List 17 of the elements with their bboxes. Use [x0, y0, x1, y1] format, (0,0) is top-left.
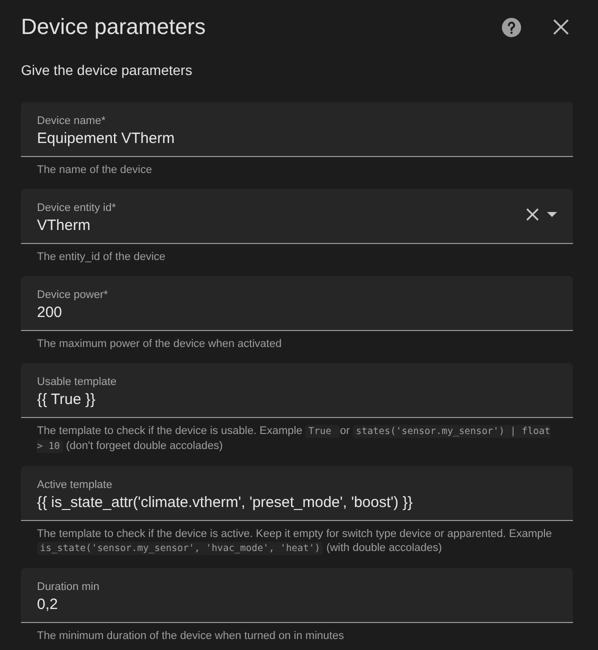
- helper-text: The template to check if the device is usable. Example True or states('sensor.my_sensor') | float > 10 (don't forgeet double accolades): [36, 424, 552, 454]
- input-field[interactable]: Duration min 0,2: [21, 568, 573, 623]
- caret-icon[interactable]: [547, 212, 557, 217]
- input-field[interactable]: Device name* Equipement VTherm: [21, 102, 573, 157]
- dialog-subtitle: Give the device parameters: [21, 62, 194, 78]
- input-field[interactable]: Active template {{ is_state_attr('climate.vtherm', 'preset_mode', 'boost') }}: [21, 466, 573, 521]
- input-field[interactable]: Usable template {{ True }}: [21, 363, 573, 418]
- input-field[interactable]: Device power* 200: [21, 276, 573, 331]
- helper-text: The minimum duration of the device when turned on in minutes: [36, 629, 345, 643]
- helper-text: The name of the device: [36, 163, 153, 177]
- dialog-title: Device parameters: [21, 14, 207, 40]
- helper-text: The entity_id of the device: [36, 250, 166, 264]
- select-field[interactable]: Device entity id* VTherm: [21, 189, 573, 244]
- help-icon[interactable]: [499, 15, 523, 39]
- helper-text: The maximum power of the device when activated: [36, 337, 283, 351]
- clear-icon[interactable]: [526, 208, 539, 221]
- helper-text: The template to check if the device is active. Keep it empty for switch type device or apparented. Example is_state('sensor.my_sensor', 'hvac_mode', 'heat') (with double accolades): [36, 527, 553, 556]
